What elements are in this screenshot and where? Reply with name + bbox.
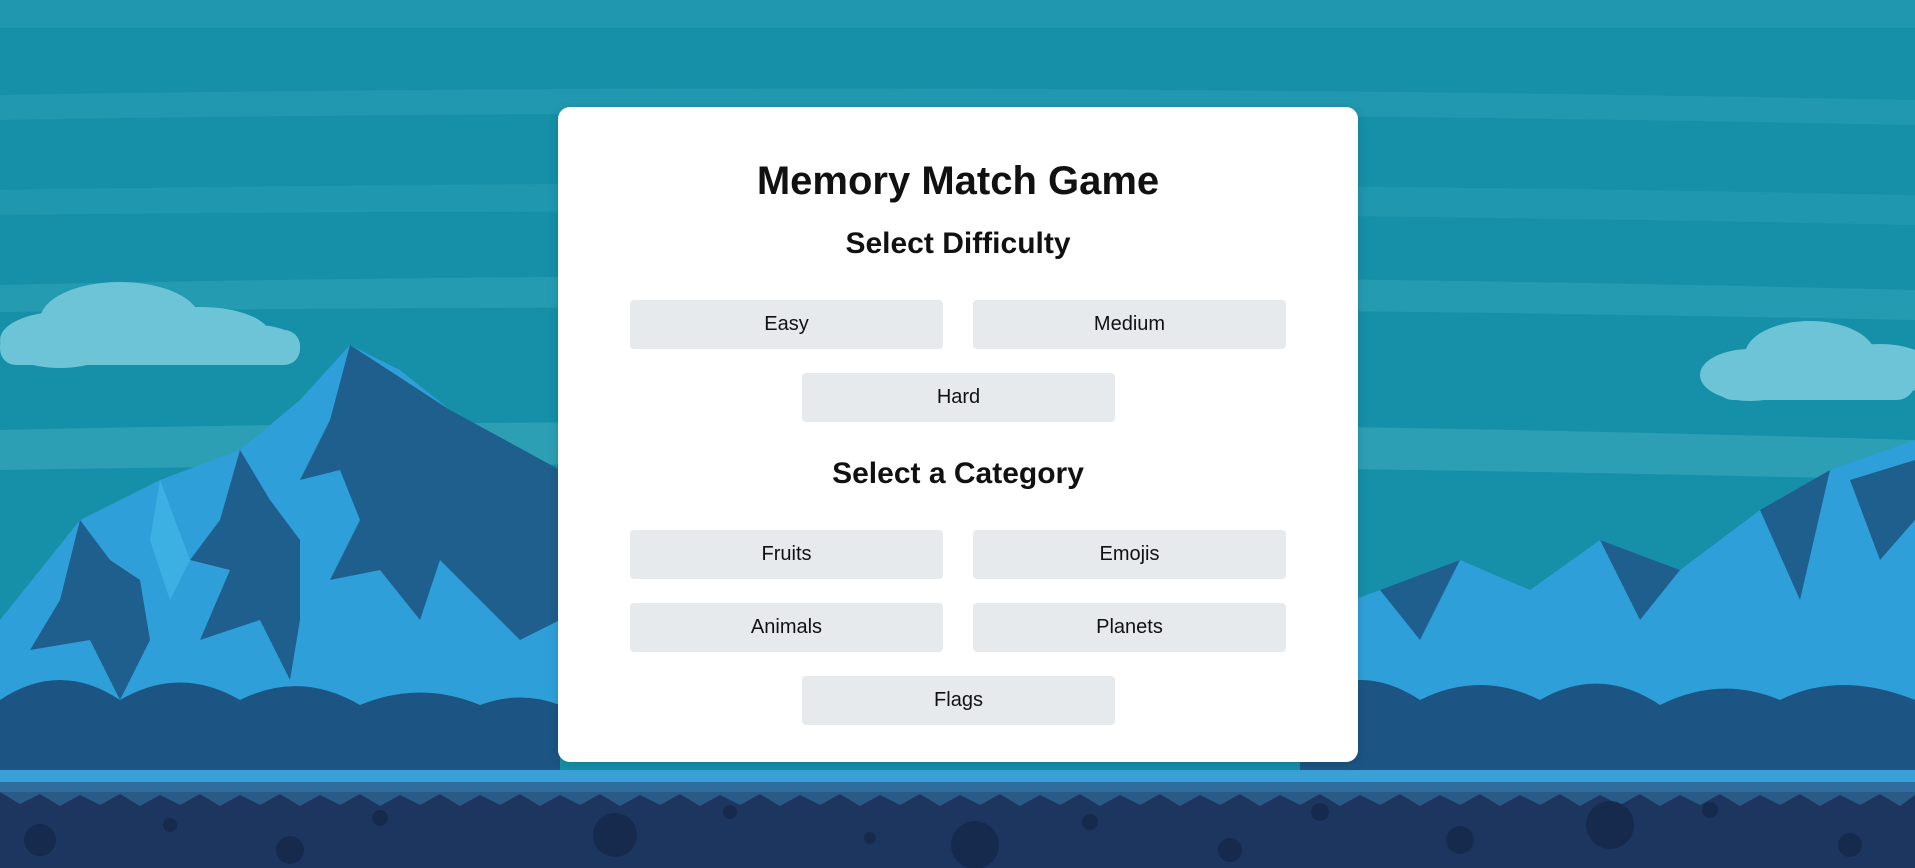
ground-edge <box>0 770 1915 782</box>
category-emojis-button[interactable]: Emojis <box>973 530 1286 579</box>
category-heading: Select a Category <box>832 457 1084 490</box>
difficulty-hard-button[interactable]: Hard <box>802 373 1115 422</box>
category-planets-button[interactable]: Planets <box>973 603 1286 652</box>
difficulty-medium-button[interactable]: Medium <box>973 300 1286 349</box>
game-screen: Memory Match Game Select Difficulty Easy… <box>0 0 1915 868</box>
category-fruits-button[interactable]: Fruits <box>630 530 943 579</box>
category-flags-button[interactable]: Flags <box>802 676 1115 725</box>
difficulty-heading: Select Difficulty <box>845 227 1071 260</box>
difficulty-easy-button[interactable]: Easy <box>630 300 943 349</box>
game-title: Memory Match Game <box>756 159 1160 203</box>
category-animals-button[interactable]: Animals <box>630 603 943 652</box>
start-menu-card: Memory Match Game Select Difficulty Easy… <box>558 107 1358 762</box>
